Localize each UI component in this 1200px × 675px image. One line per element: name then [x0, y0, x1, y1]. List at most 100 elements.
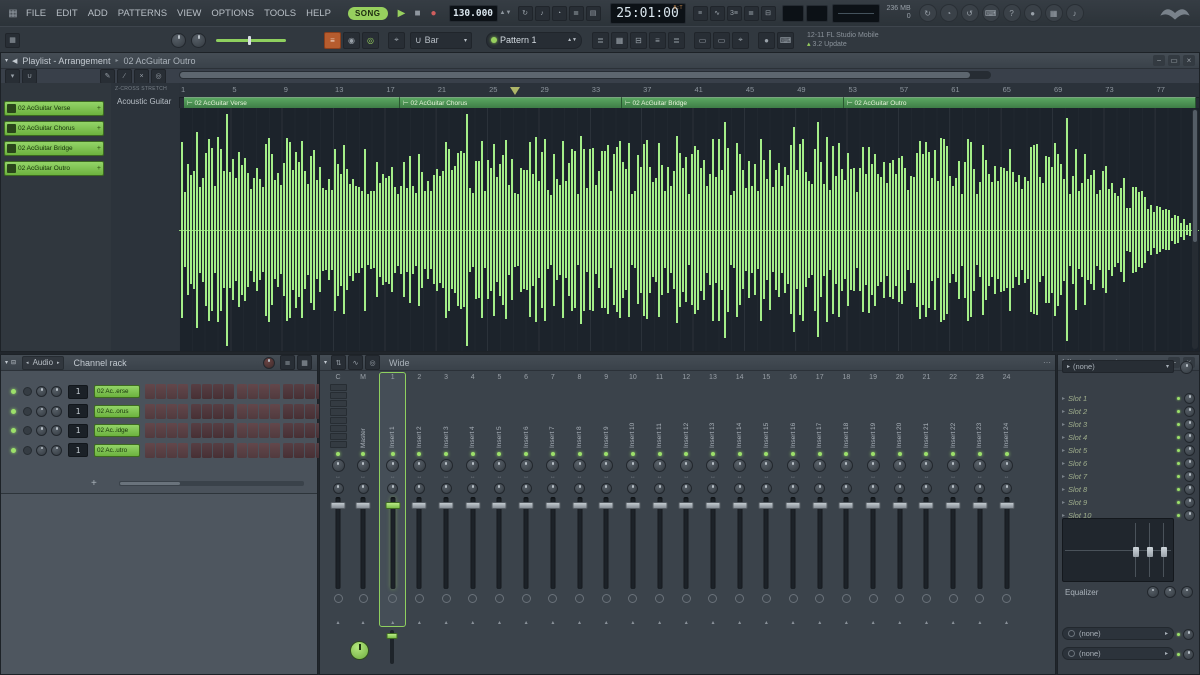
strip-pan-knob[interactable] [759, 459, 773, 472]
strip-arm-button[interactable] [948, 594, 958, 603]
step-cell[interactable] [167, 384, 177, 399]
strip-enable-led[interactable] [710, 452, 715, 456]
strip-pan-knob[interactable] [866, 459, 880, 472]
mixer-layout-mode[interactable]: Wide [389, 358, 410, 368]
piano-roll-window-icon[interactable]: ▦ [611, 31, 628, 49]
step-cell[interactable] [305, 442, 315, 458]
playlist-minimize-button[interactable]: − [1153, 55, 1165, 66]
strip-enable-led[interactable] [737, 452, 742, 456]
fader-handle[interactable] [438, 502, 454, 509]
channel-pan-knob[interactable] [36, 444, 47, 456]
effect-slot-row[interactable]: ▸ Slot 4 [1062, 431, 1195, 444]
strip-route-arrow[interactable]: ▴ [605, 619, 608, 626]
strip-arm-button[interactable] [358, 594, 368, 603]
strip-enable-led[interactable] [764, 452, 769, 456]
effect-slot-row[interactable]: ▸ Slot 6 [1062, 457, 1195, 470]
mic-icon[interactable]: ● [758, 31, 775, 49]
playlist-close-button[interactable]: × [1183, 55, 1195, 66]
record-button[interactable]: ● [426, 8, 442, 19]
strip-stereo-knob[interactable] [332, 483, 344, 494]
strip-arm-button[interactable] [441, 594, 451, 603]
strip-pan-knob[interactable] [973, 459, 987, 472]
strip-fader[interactable] [567, 497, 592, 589]
mixer-strip-6[interactable]: 6 Insert 6 ↔ ▴ [513, 373, 538, 626]
slot-mix-knob[interactable] [1184, 445, 1195, 456]
menu-patterns[interactable]: PATTERNS [113, 8, 172, 19]
strip-stereo-knob[interactable] [867, 483, 879, 494]
mixer-strip-2[interactable]: 2 Insert 2 ↔ ▴ [407, 373, 432, 626]
fader-handle[interactable] [785, 502, 801, 509]
channel-mute-button[interactable] [23, 406, 32, 416]
strip-pan-knob[interactable] [439, 459, 453, 472]
step-cell[interactable] [191, 423, 201, 438]
paste-icon[interactable]: ▭ [713, 31, 730, 49]
strip-route-arrow[interactable]: ▴ [551, 619, 554, 626]
mini-slot[interactable] [329, 384, 347, 392]
keyboard-icon[interactable]: ⌨ [777, 31, 794, 49]
strip-route-arrow[interactable]: ▴ [711, 619, 714, 626]
strip-arm-button[interactable] [1002, 594, 1011, 603]
strip-stereo-knob[interactable] [440, 483, 452, 494]
strip-fader[interactable] [754, 497, 779, 589]
eq-band2-slider[interactable] [1146, 547, 1153, 558]
menu-help[interactable]: HELP [301, 8, 336, 19]
fader-handle[interactable] [918, 502, 934, 509]
cut-tool-icon[interactable]: × [134, 68, 149, 84]
strip-fader[interactable] [887, 497, 912, 589]
mixer-strip-15[interactable]: 15 Insert 15 ↔ ▴ [754, 373, 779, 626]
channel-led[interactable] [11, 428, 16, 433]
step-cell[interactable] [305, 403, 315, 419]
rack-hscrollbar[interactable] [118, 480, 304, 486]
rack-menu-icon[interactable]: ▾ [5, 359, 8, 366]
strip-pan-knob[interactable] [653, 459, 667, 472]
zoom-tool-icon[interactable]: ◎ [151, 68, 166, 84]
strip-stereo-knob[interactable] [920, 483, 932, 494]
playhead-marker[interactable] [510, 87, 520, 95]
step-cell[interactable] [237, 423, 247, 438]
step-cell[interactable] [294, 384, 304, 399]
clip-segment[interactable]: ⊢ 02 AcGuitar Chorus [400, 97, 622, 108]
strip-pan-knob[interactable] [893, 459, 907, 472]
strip-arm-button[interactable] [494, 594, 504, 603]
rack-grid-icon[interactable]: ▦ [297, 355, 312, 370]
mixer-more-icon[interactable]: ⋯ [1043, 358, 1051, 367]
plugin-slot-main[interactable]: ▸ (none) ▾ [1062, 360, 1174, 373]
clip-segment[interactable]: ⊢ 02 AcGuitar Outro [844, 97, 1196, 108]
slot-enable-led[interactable] [1177, 514, 1180, 517]
slot-enable-led[interactable] [1177, 410, 1180, 413]
strip-arm-button[interactable] [414, 594, 424, 603]
strip-pan-knob[interactable] [573, 459, 586, 472]
strip-arm-button[interactable] [333, 594, 343, 603]
step-cell[interactable] [178, 442, 188, 458]
strip-stereo-knob[interactable] [947, 483, 959, 494]
strip-arm-button[interactable] [708, 594, 718, 603]
strip-route-arrow[interactable]: ▴ [578, 619, 581, 626]
mini-slot[interactable] [329, 408, 347, 416]
step-cell[interactable] [202, 403, 212, 419]
fader-handle[interactable] [945, 502, 961, 509]
strip-route-arrow[interactable]: ▴ [498, 619, 501, 626]
typing-keyboard-button[interactable]: ⌨ [981, 4, 1000, 22]
strip-enable-led[interactable] [604, 452, 609, 456]
step-cell[interactable] [270, 403, 280, 419]
mixer-window-icon[interactable]: ≡ [649, 31, 666, 49]
menu-add[interactable]: ADD [83, 8, 113, 19]
mixer-strip-23[interactable]: 23 Insert 23 ↔ ▴ [967, 373, 992, 626]
channel-button[interactable]: 02 Ac..orus [94, 404, 140, 418]
mini-slot[interactable] [329, 416, 347, 424]
mixer-strip-5[interactable]: 5 Insert 5 ↔ ▴ [487, 373, 512, 626]
strip-fader[interactable] [727, 497, 752, 589]
channel-volume-knob[interactable] [51, 425, 62, 436]
mini-slot[interactable] [329, 424, 347, 432]
menu-edit[interactable]: EDIT [51, 8, 83, 19]
strip-arm-button[interactable] [681, 594, 691, 603]
mouse-wheel-icon[interactable]: ⌖ [388, 31, 405, 49]
strip-enable-led[interactable] [361, 452, 365, 456]
snap-selector[interactable]: ∪ Bar ▾ [410, 31, 472, 49]
slot-enable-led[interactable] [1177, 423, 1180, 426]
mixer-strip-12[interactable]: 12 Insert 12 ↔ ▴ [674, 373, 699, 626]
slot-enable-led[interactable] [1177, 501, 1180, 504]
strip-pan-knob[interactable] [599, 459, 613, 472]
step-cell[interactable] [294, 423, 304, 438]
strip-fader[interactable] [860, 497, 885, 589]
